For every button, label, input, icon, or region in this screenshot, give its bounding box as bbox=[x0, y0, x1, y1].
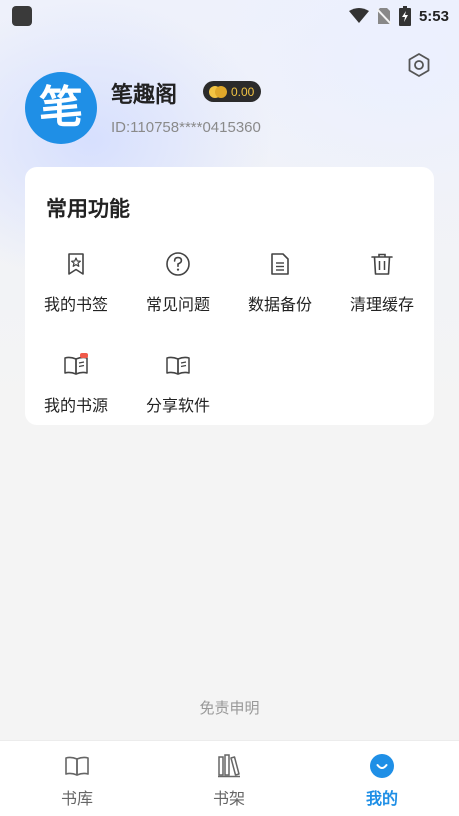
user-id: ID:110758****0415360 bbox=[111, 119, 261, 136]
document-icon bbox=[271, 253, 289, 275]
nav-library-label: 书库 bbox=[60, 789, 93, 808]
no-sim-icon bbox=[376, 8, 391, 25]
faq-label: 常见问题 bbox=[145, 295, 210, 314]
coin-badge[interactable]: 0.00 bbox=[203, 81, 262, 102]
faq-item[interactable]: 常见问题 bbox=[127, 251, 229, 331]
avatar[interactable]: 笔 bbox=[25, 72, 97, 144]
clear-cache-item[interactable]: 清理缓存 bbox=[331, 251, 433, 331]
disclaimer-link[interactable]: 免责申明 bbox=[0, 697, 459, 718]
nav-bookshelf[interactable]: 书架 bbox=[189, 753, 269, 809]
nav-bookshelf-label: 书架 bbox=[212, 789, 245, 808]
status-time: 5:53 bbox=[418, 7, 449, 25]
backup-label: 数据备份 bbox=[247, 295, 312, 314]
coin-icon bbox=[209, 85, 227, 98]
bookmark-item[interactable]: 我的书签 bbox=[25, 251, 127, 331]
bookmark-icon bbox=[68, 253, 84, 275]
notification-icon bbox=[12, 6, 32, 26]
book-source-label: 我的书源 bbox=[43, 396, 108, 415]
nav-library[interactable]: 书库 bbox=[37, 753, 117, 809]
functions-title: 常用功能 bbox=[46, 197, 130, 221]
username: 笔趣阁 bbox=[111, 83, 178, 108]
functions-card: 常用功能 我的书签 常见问题 数据备份 清理缓存 我的书源 分享软件 bbox=[25, 167, 434, 425]
nav-profile[interactable]: 我的 bbox=[342, 753, 422, 809]
open-book-icon bbox=[65, 756, 89, 776]
book-source-item[interactable]: 我的书源 bbox=[25, 352, 127, 432]
bookshelf-icon bbox=[218, 754, 240, 778]
backup-item[interactable]: 数据备份 bbox=[229, 251, 331, 331]
share-app-label: 分享软件 bbox=[145, 396, 210, 415]
nav-profile-label: 我的 bbox=[365, 789, 398, 808]
status-bar: 5:53 bbox=[0, 0, 459, 32]
avatar-logo-text: 笔 bbox=[39, 82, 83, 133]
question-circle-icon bbox=[166, 252, 190, 276]
clear-cache-label: 清理缓存 bbox=[349, 295, 414, 314]
profile-smile-icon bbox=[370, 754, 394, 778]
wifi-icon bbox=[348, 8, 369, 23]
bookmark-label: 我的书签 bbox=[43, 295, 108, 314]
book-source-icon bbox=[64, 353, 88, 375]
battery-charging-icon bbox=[398, 6, 411, 26]
settings-icon[interactable] bbox=[406, 52, 432, 78]
status-icons: 5:53 bbox=[348, 6, 449, 26]
bottom-nav: 书库 书架 我的 bbox=[0, 740, 459, 816]
share-app-item[interactable]: 分享软件 bbox=[127, 352, 229, 432]
coin-balance: 0.00 bbox=[231, 84, 255, 99]
book-share-icon bbox=[166, 356, 190, 375]
trash-icon bbox=[371, 253, 393, 275]
